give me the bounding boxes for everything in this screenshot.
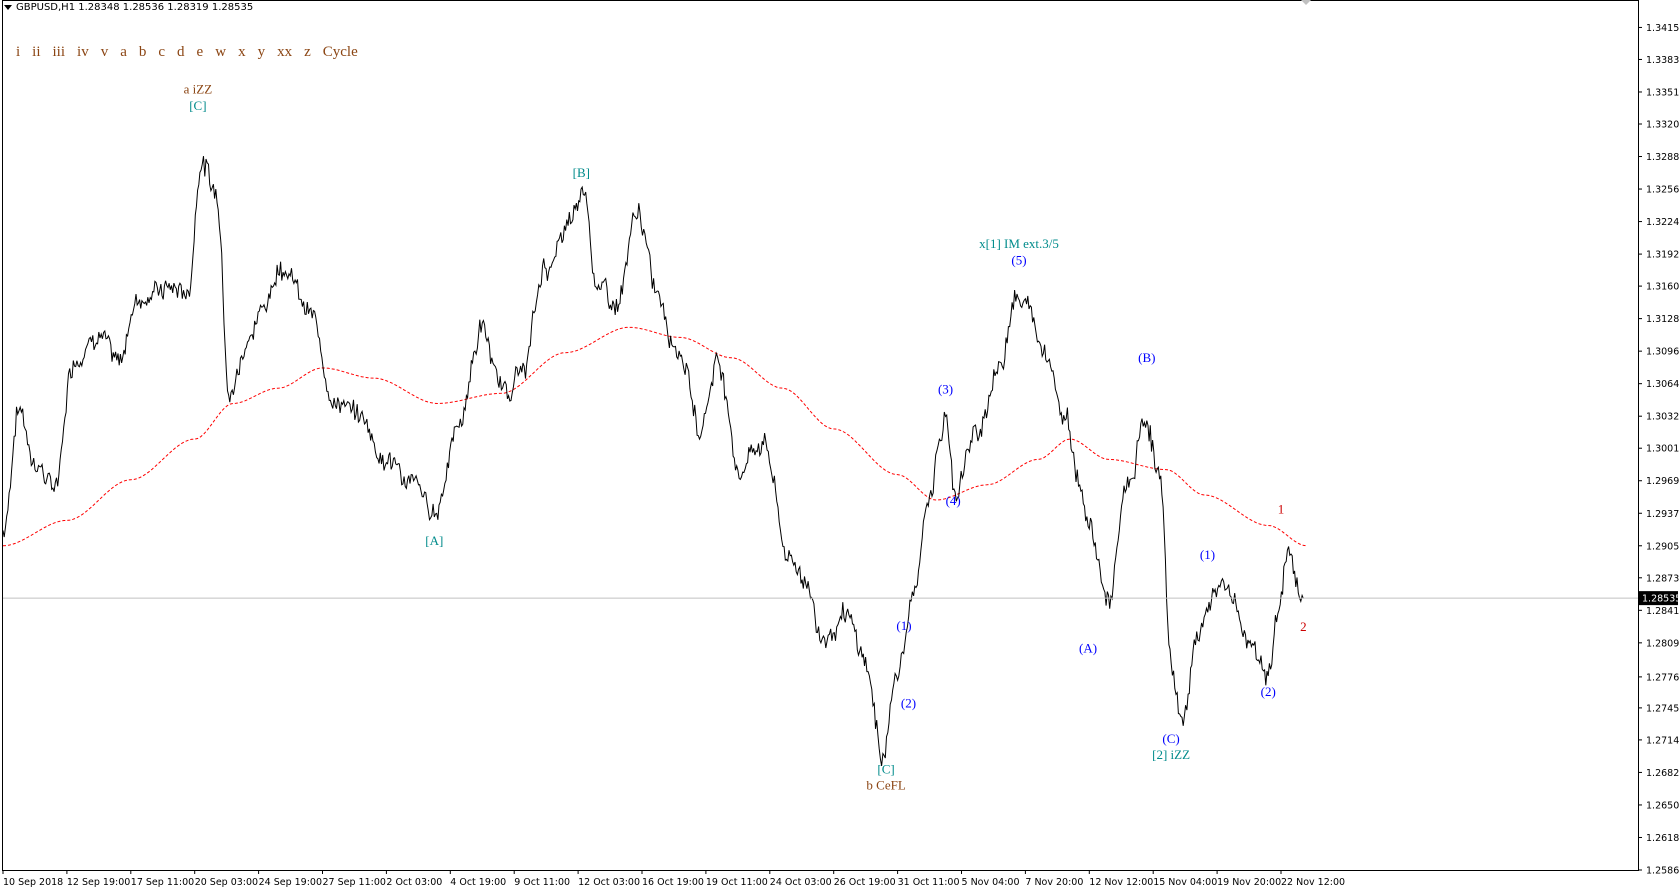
- menu-item-iii[interactable]: iii: [47, 44, 72, 61]
- menu-item-y[interactable]: y: [252, 44, 272, 61]
- y-tick-label: 1.29690: [1646, 476, 1679, 487]
- y-tick-label: 1.31920: [1646, 250, 1679, 261]
- x-tick-label: 9 Oct 11:00: [514, 877, 570, 888]
- x-tick-label: 12 Nov 12:00: [1089, 877, 1153, 888]
- wave-label: (1): [1200, 547, 1215, 562]
- menu-item-c[interactable]: c: [152, 44, 171, 61]
- x-tick-label: 31 Oct 11:00: [898, 877, 960, 888]
- current-price-label: 1.28535: [1642, 594, 1679, 605]
- y-tick-label: 1.30645: [1646, 379, 1679, 390]
- wave-label: [2] iZZ: [1152, 747, 1190, 762]
- wave-label: (4): [946, 493, 961, 508]
- x-tick-label: 4 Oct 19:00: [450, 877, 506, 888]
- y-tick-label: 1.32240: [1646, 217, 1679, 228]
- y-tick-label: 1.33200: [1646, 119, 1679, 130]
- menu-item-cycle[interactable]: Cycle: [317, 44, 364, 61]
- y-tick-label: 1.28415: [1646, 606, 1679, 617]
- wave-label: 2: [1300, 619, 1307, 634]
- menu-item-iv[interactable]: iv: [71, 44, 95, 61]
- x-tick-label: 15 Nov 04:00: [1153, 877, 1217, 888]
- y-tick-label: 1.27760: [1646, 672, 1679, 683]
- y-tick-label: 1.30010: [1646, 444, 1679, 455]
- menu-item-xx[interactable]: xx: [271, 44, 298, 61]
- y-tick-label: 1.26500: [1646, 800, 1679, 811]
- wave-label: (1): [896, 618, 911, 633]
- price-chart[interactable]: 1.34150 1.33835 1.33515 1.33200 1.32880 1.325…: [0, 0, 1679, 894]
- plot-frame: [2, 0, 1639, 871]
- y-tick-label: 1.29370: [1646, 509, 1679, 520]
- top-marker-icon: [1301, 0, 1311, 5]
- y-tick-label: 1.34150: [1646, 23, 1679, 34]
- y-tick-label: 1.32560: [1646, 185, 1679, 196]
- wave-label: (A): [1079, 641, 1097, 656]
- y-tick-label: 1.33835: [1646, 55, 1679, 66]
- x-tick-label: 24 Oct 03:00: [770, 877, 832, 888]
- wave-label: (3): [938, 381, 953, 396]
- x-tick-label: 17 Sep 11:00: [131, 877, 194, 888]
- wave-label: [C]: [877, 761, 894, 776]
- y-tick-label: 1.26180: [1646, 833, 1679, 844]
- menu-item-d[interactable]: d: [171, 44, 191, 61]
- wave-label: (2): [901, 695, 916, 710]
- dropdown-icon[interactable]: [4, 4, 12, 10]
- y-tick-label: 1.33515: [1646, 87, 1679, 98]
- wave-label: b CeFL: [866, 778, 905, 793]
- menu-item-a[interactable]: a: [114, 44, 133, 61]
- wave-label: [C]: [189, 98, 206, 113]
- x-tick-label: 10 Sep 2018: [3, 877, 63, 888]
- y-tick-label: 1.31285: [1646, 314, 1679, 325]
- x-tick-label: 12 Oct 03:00: [578, 877, 640, 888]
- x-tick-label: 16 Oct 19:00: [642, 877, 704, 888]
- y-tick-label: 1.29050: [1646, 541, 1679, 552]
- y-tick-label: 1.30325: [1646, 412, 1679, 423]
- menu-item-w[interactable]: w: [209, 44, 232, 61]
- x-tick-label: 19 Oct 11:00: [706, 877, 768, 888]
- y-tick-label: 1.25860: [1646, 866, 1679, 877]
- menu-item-v[interactable]: v: [95, 44, 115, 61]
- y-tick-label: 1.27455: [1646, 703, 1679, 714]
- x-tick-label: 5 Nov 04:00: [962, 877, 1020, 888]
- x-tick-label: 24 Sep 19:00: [259, 877, 322, 888]
- moving-average-line: [2, 326, 1307, 547]
- symbol-line: GBPUSD,H1 1.28348 1.28536 1.28319 1.2853…: [16, 2, 254, 13]
- x-tick-label: 26 Oct 19:00: [834, 877, 896, 888]
- wave-label: a iZZ: [184, 82, 213, 97]
- x-tick-label: 2 Oct 03:00: [386, 877, 442, 888]
- y-tick-label: 1.28735: [1646, 573, 1679, 584]
- menu-item-ii[interactable]: ii: [26, 44, 46, 61]
- x-tick-label: 27 Sep 11:00: [323, 877, 386, 888]
- wave-label: (2): [1261, 684, 1276, 699]
- wave-label: (C): [1162, 731, 1179, 746]
- wave-degree-menu: i ii iii iv v a b c d e w x y xx z Cycle: [10, 44, 364, 61]
- wave-label: (B): [1138, 350, 1155, 365]
- x-tick-label: 22 Nov 12:00: [1281, 877, 1345, 888]
- x-tick-label: 20 Sep 03:00: [195, 877, 258, 888]
- menu-item-x[interactable]: x: [232, 44, 252, 61]
- x-tick-label: 7 Nov 20:00: [1025, 877, 1083, 888]
- x-tick-label: 19 Nov 20:00: [1217, 877, 1281, 888]
- y-tick-label: 1.27140: [1646, 735, 1679, 746]
- chart-header: GBPUSD,H1 1.28348 1.28536 1.28319 1.2853…: [4, 2, 253, 13]
- menu-item-i[interactable]: i: [10, 44, 26, 61]
- wave-label: [B]: [573, 165, 590, 180]
- y-tick-label: 1.30965: [1646, 347, 1679, 358]
- y-tick-label: 1.31605: [1646, 282, 1679, 293]
- wave-label: 1: [1278, 501, 1285, 516]
- y-tick-label: 1.28095: [1646, 638, 1679, 649]
- wave-label: x[1] IM ext.3/5: [979, 236, 1059, 251]
- y-tick-label: 1.26820: [1646, 768, 1679, 779]
- menu-item-z[interactable]: z: [298, 44, 317, 61]
- menu-item-b[interactable]: b: [133, 44, 153, 61]
- menu-item-e[interactable]: e: [191, 44, 210, 61]
- wave-label: (5): [1011, 252, 1026, 267]
- y-tick-label: 1.32880: [1646, 152, 1679, 163]
- x-tick-label: 12 Sep 19:00: [67, 877, 130, 888]
- wave-label: [A]: [425, 533, 443, 548]
- price-line: [2, 156, 1304, 766]
